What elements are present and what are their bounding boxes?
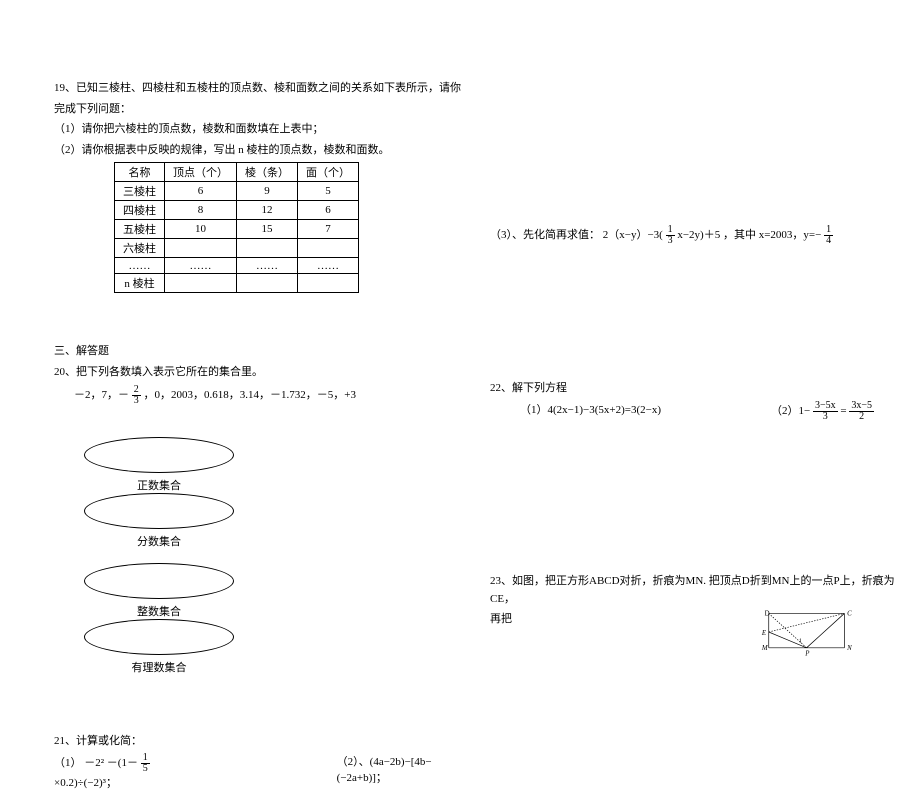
geometry-figure: D C E M N P 1 (740, 610, 880, 665)
label-N: N (846, 645, 852, 652)
q19-block: 19、已知三棱柱、四棱柱和五棱柱的顶点数、棱和面数之间的关系如下表所示，请你 完… (54, 80, 474, 293)
set-label-positive: 正数集合 (84, 477, 234, 493)
sets-row1: 正数集合 分数集合 (84, 437, 474, 549)
q21-part2: （2）、(4a−2b)−[4b−(−2a+b)]； (337, 753, 474, 790)
th-vertex: 顶点（个） (165, 163, 237, 182)
q19-sub1: （1）请你把六棱柱的顶点数，棱数和面数填在上表中； (54, 121, 474, 139)
table-row: 四棱柱8126 (115, 201, 359, 220)
q21-part1: （1） －2² －(1－ 15 ×0.2)÷(−2)³； (54, 753, 207, 790)
ellipse-icon (84, 493, 234, 529)
table-row: 三棱柱695 (115, 182, 359, 201)
sets-row2: 整数集合 有理数集合 (84, 563, 474, 675)
label-M: M (761, 645, 769, 652)
set-rational: 有理数集合 (84, 619, 234, 675)
q21-parts: （1） －2² －(1－ 15 ×0.2)÷(−2)³； （2）、(4a−2b)… (54, 753, 474, 790)
set-label-fraction: 分数集合 (84, 533, 234, 549)
fraction: 3−5x3 (813, 401, 838, 422)
label-1: 1 (799, 637, 802, 644)
prism-table: 名称 顶点（个） 棱（条） 面（个） 三棱柱695 四棱柱8126 五棱柱101… (114, 162, 359, 293)
q3-sub: （3）、先化简再求值： 2（x−y）−3( 13 x−2y)＋5 ，其中 x=2… (490, 225, 920, 246)
set-positive: 正数集合 (84, 437, 234, 493)
fraction: 13 (666, 225, 675, 246)
q22-part1: （1）4(2x−1)−3(5x+2)=3(2−x) (520, 401, 661, 422)
table-row: 六棱柱 (115, 239, 359, 258)
th-edge: 棱（条） (237, 163, 298, 182)
fraction: 15 (141, 753, 150, 774)
section3-title: 三、解答题 (54, 343, 474, 361)
table-row: …………………… (115, 258, 359, 274)
q23-line1: 23、如图，把正方形ABCD对折，折痕为MN. 把顶点D折到MN上的一点P上，折… (490, 573, 910, 608)
set-label-rational: 有理数集合 (84, 659, 234, 675)
set-label-integer: 整数集合 (84, 603, 234, 619)
q20-numbers: －2，7，－ 23 ，0，2003，0.618，3.14，－1.732，－5，+… (74, 385, 474, 406)
label-D: D (765, 611, 770, 618)
set-fraction: 分数集合 (84, 493, 234, 549)
set-integer: 整数集合 (84, 563, 234, 619)
label-C: C (847, 611, 852, 618)
table-header-row: 名称 顶点（个） 棱（条） 面（个） (115, 163, 359, 182)
q22-block: 22、解下列方程 （1）4(2x−1)−3(5x+2)=3(2−x) （2）1−… (490, 380, 874, 422)
ellipse-icon (84, 619, 234, 655)
q19-sub2: （2）请你根据表中反映的规律，写出 n 棱柱的顶点数，棱数和面数。 (54, 142, 474, 160)
q19-title2: 完成下列问题： (54, 101, 474, 119)
fraction: 3x−52 (849, 401, 874, 422)
q20-title: 20、把下列各数填入表示它所在的集合里。 (54, 364, 474, 382)
table-row: n 棱柱 (115, 274, 359, 293)
q19-title: 19、已知三棱柱、四棱柱和五棱柱的顶点数、棱和面数之间的关系如下表所示，请你 (54, 80, 474, 98)
ellipse-icon (84, 437, 234, 473)
table-row: 五棱柱10157 (115, 220, 359, 239)
fraction: 14 (824, 225, 833, 246)
th-name: 名称 (115, 163, 165, 182)
label-E: E (761, 630, 767, 637)
fraction: 23 (132, 385, 141, 406)
q22-title: 22、解下列方程 (490, 380, 874, 398)
q21-title: 21、计算或化简： (54, 733, 474, 751)
ellipse-icon (84, 563, 234, 599)
th-face: 面（个） (298, 163, 359, 182)
label-P: P (804, 650, 810, 657)
q22-part2: （2）1− 3−5x3 = 3x−52 (771, 401, 874, 422)
